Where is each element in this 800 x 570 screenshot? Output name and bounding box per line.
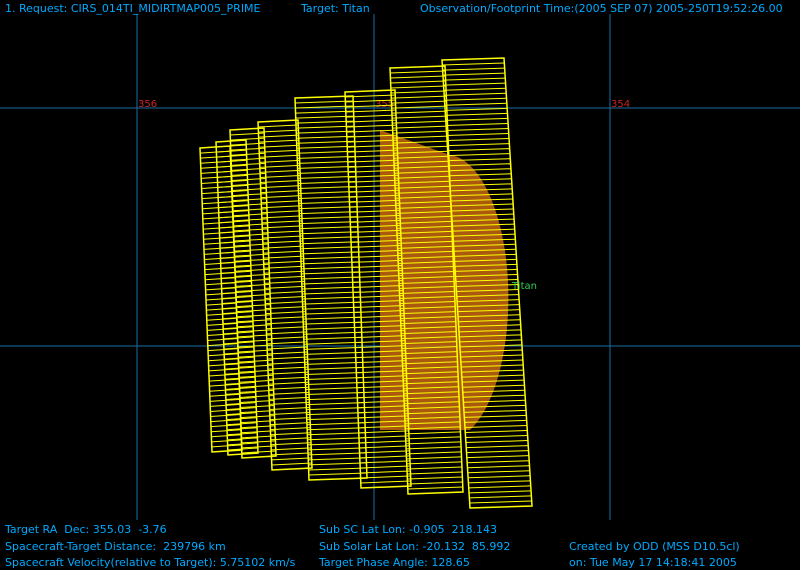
ra-tick-label: 354 [611, 99, 630, 110]
target-phase-angle: Target Phase Angle: 128.65 [319, 556, 470, 569]
footprint-plot: 356 355 354 Titan [0, 14, 800, 520]
spacecraft-velocity: Spacecraft Velocity(relative to Target):… [5, 556, 296, 569]
target-label: Titan [511, 281, 537, 292]
target-ra-dec: Target RA Dec: 355.03 -3.76 [5, 523, 167, 536]
sub-solar-lat-lon: Sub Solar Lat Lon: -20.132 85.992 [319, 540, 511, 553]
ra-tick-label: 356 [138, 99, 157, 110]
request-name: 1. Request: CIRS_014TI_MIDIRTMAP005_PRIM… [5, 2, 261, 15]
created-on: on: Tue May 17 14:18:41 2005 [569, 556, 737, 569]
created-by: Created by ODD (MSS D10.5cl) [569, 540, 740, 553]
footprint-strip [215, 139, 259, 456]
target-name: Target: Titan [301, 2, 370, 15]
spacecraft-target-distance: Spacecraft-Target Distance: 239796 km [5, 540, 226, 553]
sub-sc-lat-lon: Sub SC Lat Lon: -0.905 218.143 [319, 523, 498, 536]
observation-time: Observation/Footprint Time:(2005 SEP 07)… [420, 2, 783, 15]
